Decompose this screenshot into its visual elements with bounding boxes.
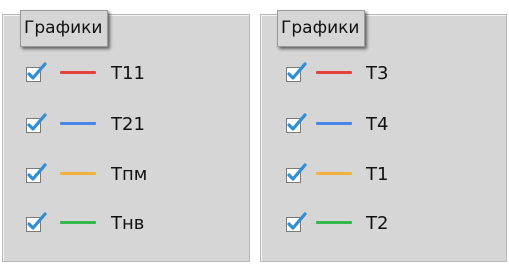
series-toggle-tpm[interactable]: Tпм — [25, 163, 165, 185]
series-label-t1: T1 — [366, 164, 389, 185]
series-color-line-t4 — [316, 122, 352, 125]
series-color-line-tnv — [60, 221, 96, 224]
series-toggle-tnv[interactable]: Tнв — [25, 212, 165, 234]
series-color-line-t3 — [316, 71, 352, 74]
series-toggle-t3[interactable]: T3 — [285, 62, 425, 84]
checkbox-checked-icon[interactable] — [285, 62, 309, 84]
groupbox-title-right: Графики — [277, 10, 366, 47]
series-toggle-t21[interactable]: T21 — [25, 113, 165, 135]
checkbox-checked-icon[interactable] — [25, 62, 49, 84]
series-color-line-tpm — [60, 172, 96, 175]
checkbox-checked-icon[interactable] — [25, 163, 49, 185]
series-label-t2: T2 — [366, 213, 389, 234]
series-label-tpm: Tпм — [111, 164, 148, 185]
checkbox-checked-icon[interactable] — [25, 113, 49, 135]
series-color-line-t21 — [60, 122, 96, 125]
series-toggle-t11[interactable]: T11 — [25, 62, 165, 84]
series-toggle-t2[interactable]: T2 — [285, 212, 425, 234]
graphs-group-left: Графики T11 T21 Tпм Tнв — [0, 0, 254, 264]
series-label-t11: T11 — [111, 63, 145, 84]
graphs-group-right: Графики T3 T4 T1 T2 — [258, 0, 509, 264]
checkbox-checked-icon[interactable] — [285, 113, 309, 135]
series-label-t4: T4 — [366, 114, 389, 135]
series-color-line-t11 — [60, 71, 96, 74]
series-toggle-t1[interactable]: T1 — [285, 163, 425, 185]
series-color-line-t1 — [316, 172, 352, 175]
groupbox-title-left: Графики — [20, 10, 109, 47]
series-toggle-t4[interactable]: T4 — [285, 113, 425, 135]
series-color-line-t2 — [316, 221, 352, 224]
checkbox-checked-icon[interactable] — [25, 212, 49, 234]
checkbox-checked-icon[interactable] — [285, 163, 309, 185]
series-label-tnv: Tнв — [111, 213, 145, 234]
series-label-t3: T3 — [366, 63, 389, 84]
series-label-t21: T21 — [111, 114, 145, 135]
checkbox-checked-icon[interactable] — [285, 212, 309, 234]
